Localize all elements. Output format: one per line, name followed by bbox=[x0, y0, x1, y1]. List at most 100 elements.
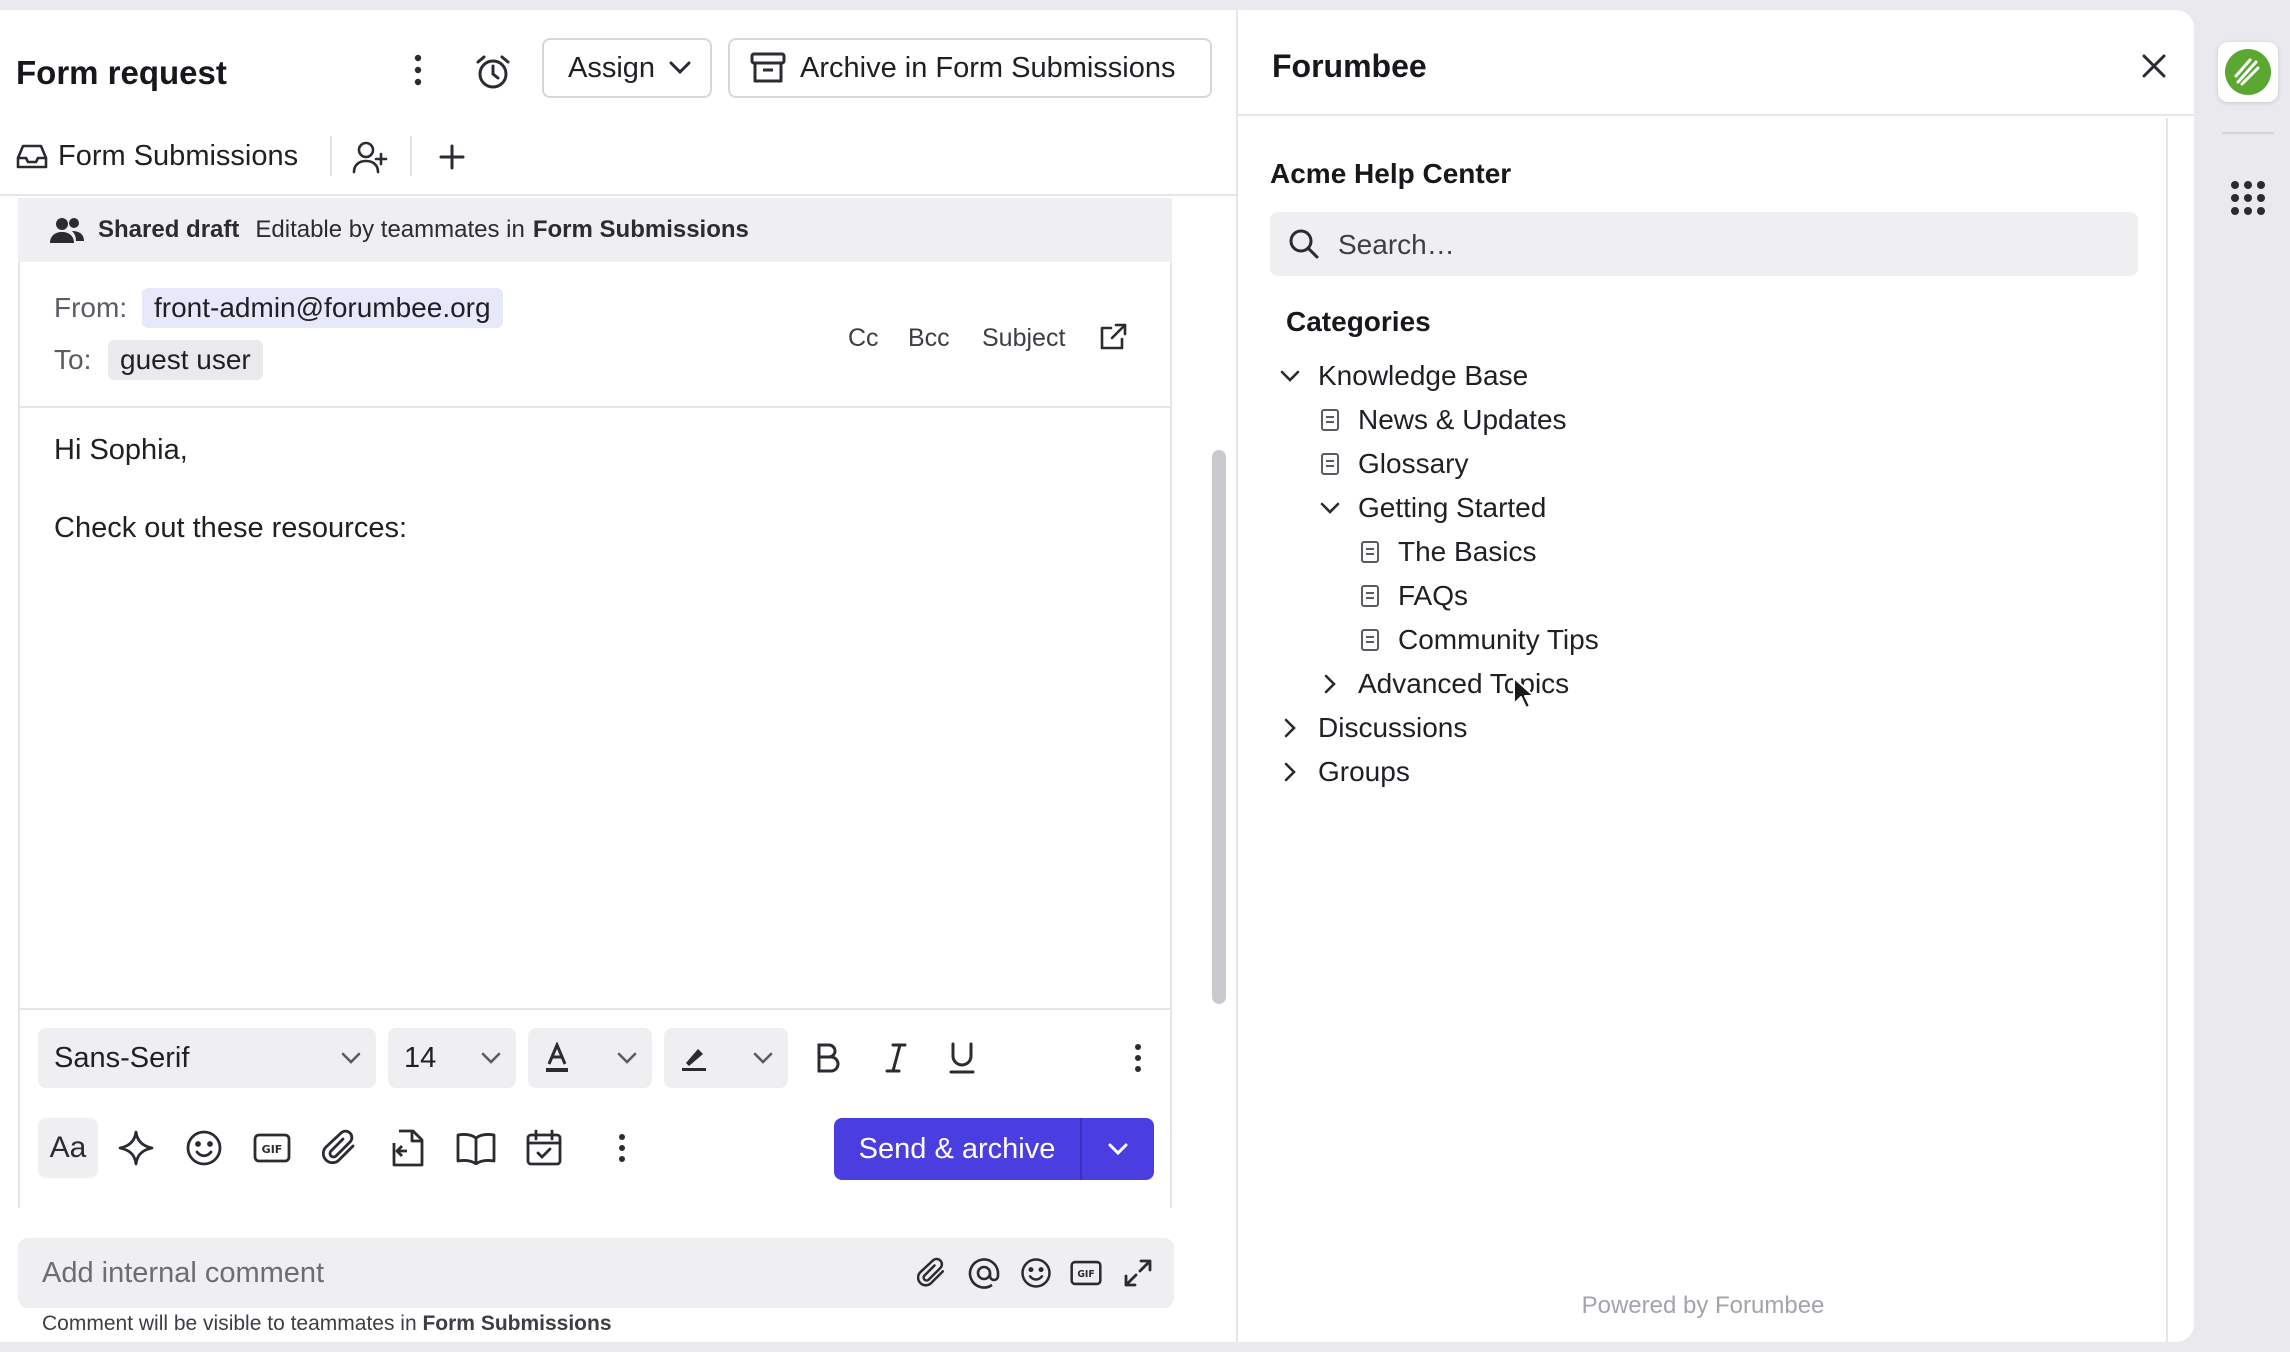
chevron-right-icon bbox=[1278, 760, 1302, 784]
font-size-select[interactable]: 14 bbox=[388, 1028, 516, 1088]
gif-icon[interactable]: GIF bbox=[252, 1128, 292, 1168]
formatting-toolbar: Sans-Serif 14 bbox=[20, 1008, 1170, 1104]
chevron-down-icon bbox=[1318, 496, 1342, 520]
tree-item-label: Glossary bbox=[1358, 448, 1469, 479]
inbox-label: Form Submissions bbox=[58, 139, 299, 172]
document-icon bbox=[1318, 452, 1342, 476]
add-tag-plus-icon[interactable] bbox=[432, 138, 472, 176]
archive-icon bbox=[750, 52, 786, 83]
archive-button[interactable]: Archive in Form Submissions bbox=[728, 38, 1212, 98]
tree-item-community-tips[interactable]: Community Tips bbox=[1358, 618, 1599, 662]
document-icon bbox=[1358, 540, 1382, 564]
inbox-tag[interactable]: Form Submissions bbox=[16, 132, 298, 180]
search-icon bbox=[1289, 229, 1319, 259]
chevron-down-icon bbox=[1278, 364, 1302, 388]
send-and-archive-button[interactable]: Send & archive bbox=[834, 1118, 1154, 1180]
to-recipient-chip[interactable]: guest user bbox=[108, 340, 263, 380]
font-family-select[interactable]: Sans-Serif bbox=[38, 1028, 376, 1088]
font-size-value: 14 bbox=[404, 1041, 437, 1074]
mouse-cursor-icon bbox=[1512, 676, 1535, 715]
rail-divider bbox=[2222, 132, 2274, 134]
chevron-down-icon bbox=[617, 1052, 637, 1064]
mention-at-icon[interactable] bbox=[966, 1254, 1002, 1292]
document-icon bbox=[1358, 628, 1382, 652]
font-family-value: Sans-Serif bbox=[54, 1041, 190, 1074]
app-window: Form request Assign Archive in Form Subm… bbox=[0, 10, 2194, 1342]
message-template-icon[interactable] bbox=[388, 1128, 428, 1168]
inbox-icon bbox=[16, 144, 48, 169]
shared-draft-title: Shared draft bbox=[98, 216, 240, 243]
comment-note-text: Comment will be visible to teammates in bbox=[42, 1312, 417, 1335]
close-icon[interactable] bbox=[2138, 50, 2170, 82]
categories-heading: Categories bbox=[1286, 306, 1431, 337]
schedule-send-calendar-icon[interactable] bbox=[524, 1128, 564, 1168]
more-formatting-icon[interactable] bbox=[1128, 1040, 1148, 1076]
body-text[interactable]: Check out these resources: bbox=[54, 512, 407, 545]
chevron-down-icon bbox=[669, 61, 691, 75]
chevron-right-icon bbox=[1278, 716, 1302, 740]
teammates-icon bbox=[50, 218, 84, 243]
tree-item-label: Groups bbox=[1318, 756, 1410, 787]
from-label: From: bbox=[54, 292, 128, 323]
tree-item-label: The Basics bbox=[1398, 536, 1537, 567]
italic-icon[interactable] bbox=[878, 1038, 914, 1078]
tree-item-faqs[interactable]: FAQs bbox=[1358, 574, 1468, 618]
conversation-header: Form request Assign Archive in Form Subm… bbox=[0, 10, 1236, 196]
underline-icon[interactable] bbox=[944, 1038, 980, 1078]
shared-draft-banner: Shared draft Editable by teammates in Fo… bbox=[18, 198, 1172, 262]
tree-item-news-updates[interactable]: News & Updates bbox=[1318, 398, 1567, 442]
text-color-select[interactable] bbox=[528, 1028, 652, 1088]
send-options-chevron-icon[interactable] bbox=[1082, 1142, 1154, 1156]
cc-link[interactable]: Cc bbox=[848, 324, 879, 353]
svg-text:GIF: GIF bbox=[262, 1143, 283, 1156]
comment-attachment-icon[interactable] bbox=[914, 1254, 950, 1292]
divider bbox=[410, 136, 412, 176]
scrollbar[interactable] bbox=[1212, 450, 1226, 1004]
tree-item-glossary[interactable]: Glossary bbox=[1318, 442, 1468, 486]
powered-by-footer[interactable]: Powered by Forumbee bbox=[1238, 1292, 2168, 1320]
tree-item-knowledge-base[interactable]: Knowledge Base bbox=[1278, 354, 1528, 398]
forumbee-sidebar: Forumbee Acme Help Center Search… Catego… bbox=[1236, 10, 2194, 1342]
tree-item-groups[interactable]: Groups bbox=[1278, 750, 1410, 794]
conversation-title: Form request bbox=[16, 54, 227, 91]
chevron-down-icon bbox=[341, 1052, 361, 1064]
tree-item-getting-started[interactable]: Getting Started bbox=[1318, 486, 1546, 530]
ai-sparkle-icon[interactable] bbox=[116, 1128, 156, 1168]
emoji-icon[interactable] bbox=[184, 1128, 224, 1168]
tree-item-label: News & Updates bbox=[1358, 404, 1567, 435]
tree-item-label: FAQs bbox=[1398, 580, 1469, 611]
tree-item-discussions[interactable]: Discussions bbox=[1278, 706, 1467, 750]
comment-emoji-icon[interactable] bbox=[1018, 1254, 1054, 1292]
subject-link[interactable]: Subject bbox=[982, 324, 1065, 353]
from-address-chip[interactable]: front-admin@forumbee.org bbox=[142, 288, 503, 328]
tree-item-label: Getting Started bbox=[1358, 492, 1547, 523]
bcc-link[interactable]: Bcc bbox=[908, 324, 950, 353]
more-options-icon[interactable] bbox=[402, 52, 434, 88]
attachment-icon[interactable] bbox=[320, 1128, 360, 1168]
forumbee-app-logo-icon[interactable] bbox=[2218, 42, 2278, 102]
body-greeting[interactable]: Hi Sophia, bbox=[54, 434, 188, 467]
app-grid-icon[interactable] bbox=[2230, 180, 2266, 221]
search-placeholder: Search… bbox=[1338, 229, 1455, 260]
more-actions-icon[interactable] bbox=[612, 1130, 632, 1166]
tree-item-the-basics[interactable]: The Basics bbox=[1358, 530, 1537, 574]
tree-item-label: Discussions bbox=[1318, 712, 1468, 743]
internal-comment-input[interactable]: Add internal comment GIF bbox=[18, 1238, 1174, 1308]
reply-composer: From: front-admin@forumbee.org To: guest… bbox=[18, 262, 1172, 1208]
sidebar-body: Acme Help Center Search… Categories Know… bbox=[1238, 118, 2168, 1342]
expand-icon[interactable] bbox=[1120, 1254, 1156, 1292]
bold-icon[interactable] bbox=[810, 1038, 846, 1078]
sidebar-title: Forumbee bbox=[1272, 48, 1427, 84]
add-participant-icon[interactable] bbox=[350, 138, 390, 176]
shared-draft-desc: Editable by teammates in bbox=[255, 216, 525, 243]
search-input[interactable]: Search… bbox=[1270, 212, 2138, 276]
help-center-title: Acme Help Center bbox=[1270, 158, 1512, 189]
formatting-toggle-button[interactable]: Aa bbox=[38, 1118, 98, 1178]
comment-gif-icon[interactable]: GIF bbox=[1068, 1254, 1104, 1292]
document-icon bbox=[1318, 408, 1342, 432]
snooze-alarm-icon[interactable] bbox=[470, 50, 516, 94]
knowledge-base-book-icon[interactable] bbox=[456, 1128, 496, 1168]
popout-icon[interactable] bbox=[1096, 320, 1130, 354]
assign-button[interactable]: Assign bbox=[542, 38, 712, 98]
highlight-color-select[interactable] bbox=[664, 1028, 788, 1088]
